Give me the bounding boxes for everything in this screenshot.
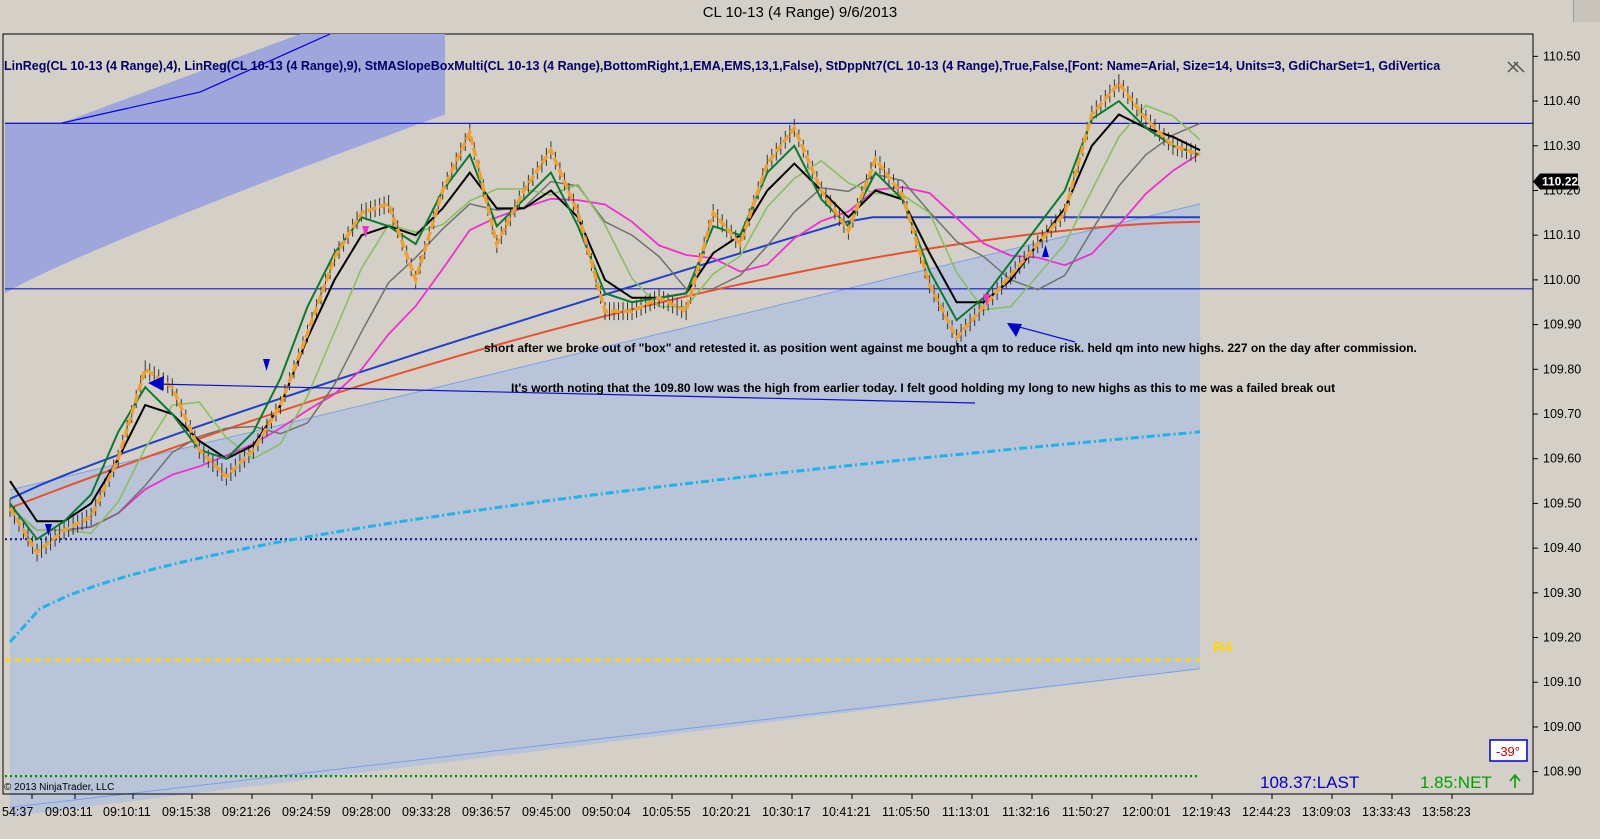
y-tick-label: 109.70 bbox=[1543, 407, 1581, 421]
chart-canvas[interactable]: short after we broke out of "box" and re… bbox=[0, 26, 1600, 839]
x-tick-label: 10:30:17 bbox=[762, 805, 811, 819]
x-tick-label: 11:05:50 bbox=[882, 805, 930, 819]
y-tick-label: 109.20 bbox=[1543, 631, 1581, 645]
x-tick-label: 09:21:26 bbox=[222, 805, 271, 819]
indicator-label: LinReg(CL 10-13 (4 Range),4), LinReg(CL … bbox=[4, 59, 1441, 73]
chart-panel[interactable]: short after we broke out of "box" and re… bbox=[0, 26, 1600, 839]
x-tick-label: 09:15:38 bbox=[162, 805, 211, 819]
y-axis-ticks: 110.50110.40110.30110.20110.10110.00109.… bbox=[1533, 49, 1581, 779]
x-tick-label: 13:58:23 bbox=[1422, 805, 1471, 819]
x-tick-label: 09:50:04 bbox=[582, 805, 631, 819]
y-tick-label: 110.40 bbox=[1543, 94, 1580, 108]
x-axis-ticks: 54:37 09:03:11 09:10:11 09:15:38 09:21:26 09:… bbox=[2, 794, 1471, 819]
current-price-tag: 110.22 bbox=[1533, 173, 1578, 190]
net-change-text: 1.85:NET bbox=[1420, 773, 1492, 792]
x-tick-label: 11:13:01 bbox=[942, 805, 990, 819]
x-tick-label: 12:44:23 bbox=[1242, 805, 1291, 819]
y-tick-label: 110.00 bbox=[1543, 273, 1580, 287]
window-corner-button[interactable] bbox=[1573, 0, 1600, 22]
x-tick-label: 09:45:00 bbox=[522, 805, 571, 819]
r4-label: R4 bbox=[1213, 639, 1233, 656]
x-tick-label: 11:32:16 bbox=[1002, 805, 1050, 819]
x-tick-label: 10:05:55 bbox=[642, 805, 691, 819]
y-tick-label: 109.00 bbox=[1543, 720, 1581, 734]
last-price-text: 108.37:LAST bbox=[1260, 773, 1359, 792]
x-tick-label: 09:36:57 bbox=[462, 805, 511, 819]
y-tick-label: 109.40 bbox=[1543, 541, 1581, 555]
x-tick-label: 13:09:03 bbox=[1302, 805, 1351, 819]
y-tick-label: 110.10 bbox=[1543, 228, 1580, 242]
x-tick-label: 09:28:00 bbox=[342, 805, 391, 819]
y-tick-label: 109.90 bbox=[1543, 318, 1581, 332]
x-tick-label: 10:20:21 bbox=[702, 805, 751, 819]
angle-value: -39° bbox=[1496, 744, 1520, 759]
y-tick-label: 109.50 bbox=[1543, 496, 1581, 510]
x-tick-label: 09:10:11 bbox=[103, 805, 151, 819]
annotation-text-1: short after we broke out of "box" and re… bbox=[484, 341, 1417, 355]
x-tick-label: 09:03:11 bbox=[45, 805, 93, 819]
current-price-value: 110.22 bbox=[1542, 175, 1578, 189]
y-tick-label: 109.60 bbox=[1543, 452, 1581, 466]
y-tick-label: 109.80 bbox=[1543, 362, 1581, 376]
y-tick-label: 109.10 bbox=[1543, 675, 1581, 689]
x-tick-label: 11:50:27 bbox=[1062, 805, 1110, 819]
x-tick-label: 10:41:21 bbox=[822, 805, 871, 819]
y-tick-label: 110.50 bbox=[1543, 49, 1580, 63]
x-tick-label: 12:00:01 bbox=[1122, 805, 1171, 819]
x-tick-label: 54:37 bbox=[2, 805, 33, 819]
x-tick-label: 09:33:28 bbox=[402, 805, 451, 819]
x-tick-label: 13:33:43 bbox=[1362, 805, 1411, 819]
annotation-text-2: It's worth noting that the 109.80 low wa… bbox=[511, 381, 1335, 395]
y-tick-label: 108.90 bbox=[1543, 765, 1581, 779]
y-tick-label: 109.30 bbox=[1543, 586, 1581, 600]
x-tick-label: 09:24:59 bbox=[282, 805, 331, 819]
copyright-text: © 2013 NinjaTrader, LLC bbox=[4, 782, 114, 793]
x-tick-label: 12:19:43 bbox=[1182, 805, 1231, 819]
y-tick-label: 110.30 bbox=[1543, 139, 1580, 153]
window-title: CL 10-13 (4 Range) 9/6/2013 bbox=[0, 0, 1600, 26]
